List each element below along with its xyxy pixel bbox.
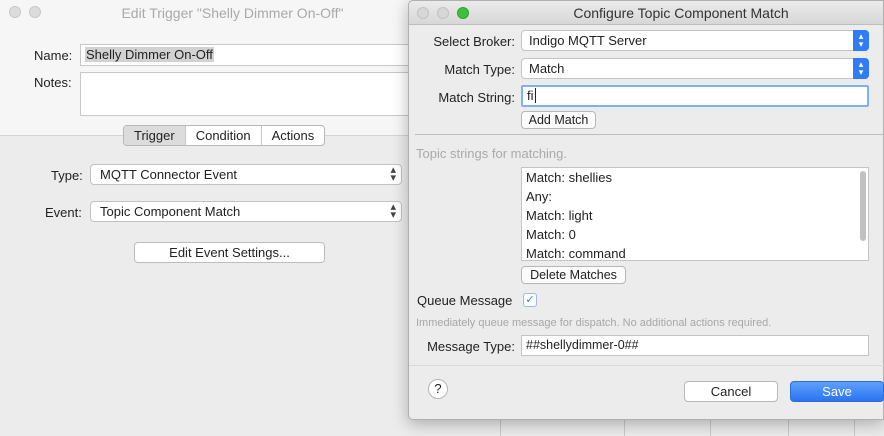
event-popup[interactable]: Topic Component Match ▴ ▾ xyxy=(90,201,402,222)
matches-list[interactable]: Match: shellies Any: Match: light Match:… xyxy=(521,167,869,261)
cancel-button[interactable]: Cancel xyxy=(684,381,778,402)
notes-label: Notes: xyxy=(34,75,72,90)
checkmark-icon: ✓ xyxy=(525,294,535,306)
queue-message-label: Queue Message xyxy=(417,293,513,308)
add-match-button[interactable]: Add Match xyxy=(521,111,596,129)
list-item[interactable]: Match: shellies xyxy=(522,168,868,187)
event-value: Topic Component Match xyxy=(100,204,241,219)
broker-value: Indigo MQTT Server xyxy=(529,33,647,48)
popup-arrows-icon: ▴ ▾ xyxy=(390,201,396,221)
section-divider xyxy=(415,134,883,135)
list-item[interactable]: Match: command xyxy=(522,244,868,260)
queue-message-checkbox[interactable]: ✓ xyxy=(523,293,537,307)
name-label: Name: xyxy=(34,48,73,63)
help-icon: ? xyxy=(434,381,442,396)
trigger-tabs: Trigger Condition Actions xyxy=(123,125,326,146)
notes-field[interactable] xyxy=(80,72,420,116)
match-type-value: Match xyxy=(529,61,565,76)
topic-strings-hint: Topic strings for matching. xyxy=(416,146,568,161)
queue-message-hint: Immediately queue message for dispatch. … xyxy=(416,317,772,329)
match-string-input[interactable]: fi xyxy=(521,85,869,107)
message-type-value: ##shellydimmer-0## xyxy=(526,338,639,352)
help-button[interactable]: ? xyxy=(428,379,448,399)
popup-arrows-icon: ▴ ▾ xyxy=(390,164,396,184)
dialog-close-icon[interactable] xyxy=(417,7,429,19)
type-label: Type: xyxy=(51,168,83,183)
tab-condition[interactable]: Condition xyxy=(186,126,262,145)
name-value: Shelly Dimmer On-Off xyxy=(85,47,214,62)
select-broker-label: Select Broker: xyxy=(433,34,515,49)
save-button[interactable]: Save xyxy=(790,381,884,402)
dialog-minimize-icon[interactable] xyxy=(437,7,449,19)
name-field[interactable]: Shelly Dimmer On-Off xyxy=(80,44,420,66)
edit-trigger-title: Edit Trigger "Shelly Dimmer On-Off" xyxy=(121,5,344,21)
type-value: MQTT Connector Event xyxy=(100,167,238,182)
list-scrollbar[interactable] xyxy=(860,171,866,241)
broker-stepper-icon: ▴ ▾ xyxy=(853,30,869,51)
list-item[interactable]: Any: xyxy=(522,187,868,206)
text-cursor xyxy=(534,88,536,103)
dialog-title: Configure Topic Component Match xyxy=(573,5,789,21)
match-type-label: Match Type: xyxy=(444,62,515,77)
configure-topic-dialog: Configure Topic Component Match Select B… xyxy=(408,0,884,420)
footer-divider xyxy=(409,365,884,366)
tab-actions[interactable]: Actions xyxy=(262,126,325,145)
message-type-label: Message Type: xyxy=(427,339,515,354)
type-popup[interactable]: MQTT Connector Event ▴ ▾ xyxy=(90,164,402,185)
match-type-popup[interactable]: Match ▴ ▾ xyxy=(521,58,869,79)
message-type-field[interactable]: ##shellydimmer-0## xyxy=(521,335,869,356)
delete-matches-button[interactable]: Delete Matches xyxy=(521,266,626,284)
list-item[interactable]: Match: light xyxy=(522,206,868,225)
dialog-titlebar: Configure Topic Component Match xyxy=(409,1,883,25)
match-string-label: Match String: xyxy=(438,90,515,105)
match-type-stepper-icon: ▴ ▾ xyxy=(853,58,869,79)
list-item[interactable]: Match: 0 xyxy=(522,225,868,244)
dialog-zoom-icon[interactable] xyxy=(457,7,469,19)
broker-popup[interactable]: Indigo MQTT Server ▴ ▾ xyxy=(521,30,869,51)
edit-event-settings-button[interactable]: Edit Event Settings... xyxy=(134,242,325,263)
tab-trigger[interactable]: Trigger xyxy=(124,126,186,145)
event-label: Event: xyxy=(45,205,82,220)
match-string-value: fi xyxy=(527,88,534,103)
